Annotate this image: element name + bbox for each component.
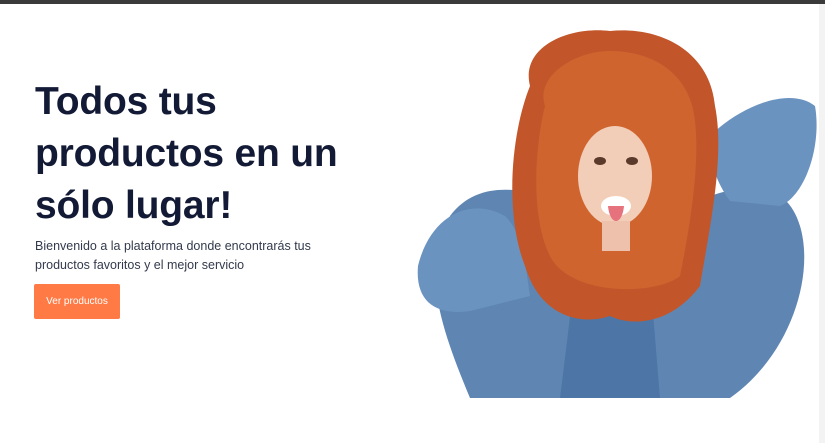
hero-title: Todos tus productos en un sólo lugar!	[35, 80, 338, 227]
hero-subtitle: Bienvenido a la plataforma donde encontr…	[35, 239, 311, 272]
view-products-button[interactable]: Ver productos	[34, 284, 120, 319]
hero-image	[410, 26, 822, 398]
hero-woman-photo	[417, 30, 817, 398]
